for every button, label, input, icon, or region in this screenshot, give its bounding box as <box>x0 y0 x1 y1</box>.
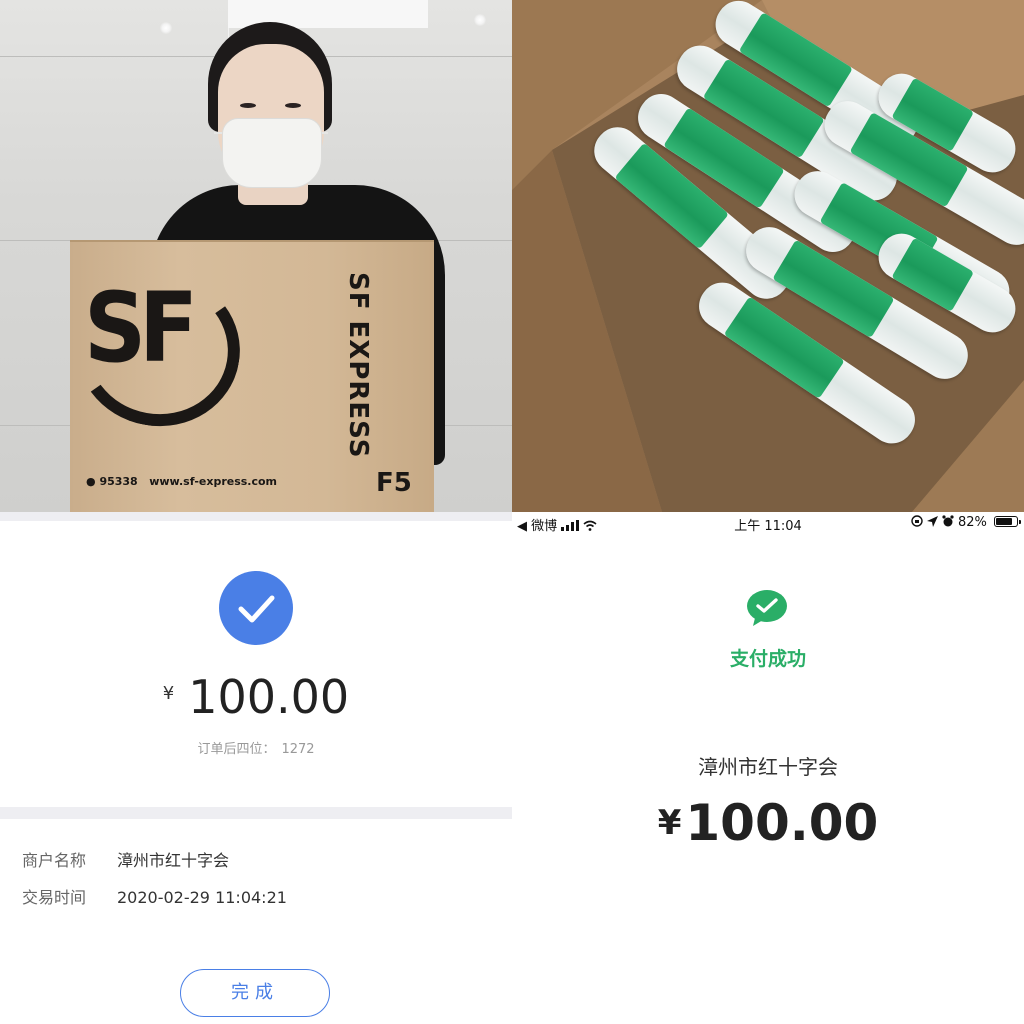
amount-value: 100.00 <box>685 794 879 852</box>
battery-icon <box>994 516 1021 527</box>
wechat-pay-icon <box>747 590 787 626</box>
currency-symbol: ¥ <box>162 683 175 704</box>
done-button[interactable]: 完成 <box>180 969 330 1017</box>
merchant-row: 商户名称 漳州市红十字会 <box>22 847 229 871</box>
status-bar: ◀ 微博 上午 11:04 82% <box>512 512 1024 534</box>
success-check-icon <box>219 571 293 645</box>
sf-express-box: SF SF EXPRESS ● 95338 www.sf-express.com… <box>63 240 434 512</box>
sf-phone: 95338 <box>99 475 138 488</box>
top-divider <box>0 512 512 521</box>
payment-receipt-blue: ¥100.00 订单后四位： 1272 商户名称 漳州市红十字会 交易时间 2020-… <box>0 512 512 1024</box>
sf-size-code: F5 <box>376 468 412 498</box>
time-label: 交易时间 <box>22 888 87 907</box>
eye <box>285 103 301 108</box>
order-suffix-row: 订单后四位： 1272 <box>0 738 512 757</box>
time-row: 交易时间 2020-02-29 11:04:21 <box>22 884 287 908</box>
battery-percent: 82% <box>957 515 987 530</box>
payment-receipt-wechat: ◀ 微博 上午 11:04 82% 支付成功 漳州市红十字会 ¥100.00 <box>512 512 1024 1024</box>
mask-packets <box>552 0 1024 510</box>
rotation-lock-icon <box>910 515 923 527</box>
section-divider <box>0 807 512 819</box>
order-label: 订单后四位： <box>197 742 276 757</box>
currency-symbol: ¥ <box>657 803 682 843</box>
sf-contact-line: ● 95338 www.sf-express.com <box>86 475 278 488</box>
ceiling-light <box>474 14 486 26</box>
merchant-name: 漳州市红十字会 <box>698 755 838 779</box>
eye <box>240 103 256 108</box>
merchant-label: 商户名称 <box>22 851 87 870</box>
order-last4: 1272 <box>281 742 315 757</box>
photo-box-of-masks <box>512 0 1024 512</box>
payment-success-text: 支付成功 <box>729 648 806 670</box>
ceiling-light <box>160 22 172 34</box>
amount-value: 100.00 <box>188 670 350 724</box>
sf-website: www.sf-express.com <box>149 475 278 488</box>
payment-amount: ¥100.00 <box>512 794 1024 852</box>
photo-person-with-parcel: SF SF EXPRESS ● 95338 www.sf-express.com… <box>0 0 512 512</box>
alarm-icon <box>942 515 954 527</box>
merchant-value: 漳州市红十字会 <box>117 851 230 870</box>
payment-amount: ¥100.00 <box>0 670 512 724</box>
face-mask <box>222 118 322 188</box>
time-value: 2020-02-29 11:04:21 <box>117 888 287 907</box>
sf-brand-vertical: SF EXPRESS <box>343 272 373 459</box>
location-arrow-icon <box>926 516 938 527</box>
status-right: 82% <box>910 515 1021 530</box>
sf-logo: SF <box>84 272 198 384</box>
